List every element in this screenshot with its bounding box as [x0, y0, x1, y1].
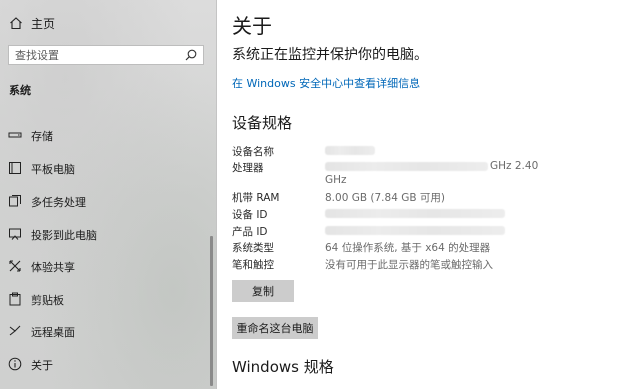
- sidebar-item-label: 主页: [31, 17, 56, 31]
- sidebar: 主页 系统 存储 平板电脑: [0, 0, 217, 389]
- search-input[interactable]: [15, 48, 175, 62]
- projection-icon: [9, 228, 21, 240]
- remote-desktop-icon: [9, 325, 21, 336]
- redacted-value: [325, 146, 375, 155]
- rename-pc-button[interactable]: 重命名这台电脑: [232, 317, 318, 339]
- sidebar-item-label: 投影到此电脑: [31, 229, 97, 242]
- settings-window: 主页 系统 存储 平板电脑: [0, 0, 640, 389]
- main-content: 关于 系统正在监控并保护你的电脑。 在 Windows 安全中心中查看详细信息 …: [217, 0, 640, 389]
- security-center-link[interactable]: 在 Windows 安全中心中查看详细信息: [232, 75, 420, 91]
- spec-label-processor: 处理器: [232, 162, 264, 174]
- clipboard-icon: [9, 292, 21, 306]
- spec-label-product-id: 产品 ID: [232, 226, 268, 238]
- sidebar-item-storage[interactable]: 存储: [0, 122, 214, 148]
- sidebar-item-projection[interactable]: 投影到此电脑: [0, 221, 214, 247]
- search-icon[interactable]: [185, 49, 197, 61]
- sidebar-scrollbar[interactable]: [210, 236, 213, 386]
- shared-experiences-icon: [9, 260, 21, 272]
- sidebar-item-label: 关于: [31, 359, 53, 372]
- windows-specs-heading: Windows 规格: [232, 358, 334, 376]
- spec-label-device-name: 设备名称: [232, 146, 274, 158]
- sidebar-item-label: 剪贴板: [31, 294, 64, 307]
- sidebar-item-tablet[interactable]: 平板电脑: [0, 155, 214, 181]
- redacted-value: [325, 162, 488, 171]
- spec-value-pen-touch: 没有可用于此显示器的笔或触控输入: [325, 259, 493, 271]
- redacted-value: [325, 226, 505, 235]
- spec-label-pen-touch: 笔和触控: [232, 259, 274, 271]
- sidebar-item-shared-experiences[interactable]: 体验共享: [0, 253, 214, 279]
- spec-value-ram: 8.00 GB (7.84 GB 可用): [325, 192, 445, 204]
- search-box[interactable]: [8, 45, 204, 65]
- storage-icon: [8, 132, 22, 138]
- sidebar-item-about[interactable]: 关于: [0, 351, 214, 377]
- sidebar-item-multitasking[interactable]: 多任务处理: [0, 188, 214, 214]
- redacted-value: [325, 209, 505, 218]
- sidebar-item-clipboard[interactable]: 剪贴板: [0, 286, 214, 312]
- home-icon: [10, 17, 22, 30]
- tablet-icon: [9, 162, 21, 174]
- copy-button[interactable]: 复制: [232, 280, 294, 302]
- device-specs-heading: 设备规格: [232, 114, 293, 132]
- sidebar-section-heading: 系统: [9, 84, 31, 97]
- info-icon: [8, 357, 22, 371]
- sidebar-item-label: 体验共享: [31, 261, 75, 274]
- spec-value-system-type: 64 位操作系统, 基于 x64 的处理器: [325, 242, 491, 254]
- spec-label-device-id: 设备 ID: [232, 209, 268, 221]
- spec-value-processor-line2: GHz: [325, 174, 347, 186]
- sidebar-item-remote-desktop[interactable]: 远程桌面: [0, 318, 214, 344]
- spec-value-processor: GHz 2.40: [490, 160, 539, 172]
- page-title: 关于: [232, 14, 272, 38]
- sidebar-item-label: 多任务处理: [31, 196, 86, 209]
- sidebar-item-home[interactable]: 主页: [0, 10, 216, 36]
- spec-label-ram: 机带 RAM: [232, 192, 280, 204]
- multitasking-icon: [9, 195, 21, 207]
- sidebar-item-label: 存储: [31, 130, 53, 143]
- protection-status-text: 系统正在监控并保护你的电脑。: [232, 47, 428, 63]
- sidebar-item-label: 远程桌面: [31, 326, 75, 339]
- spec-label-system-type: 系统类型: [232, 242, 274, 254]
- sidebar-item-label: 平板电脑: [31, 163, 75, 176]
